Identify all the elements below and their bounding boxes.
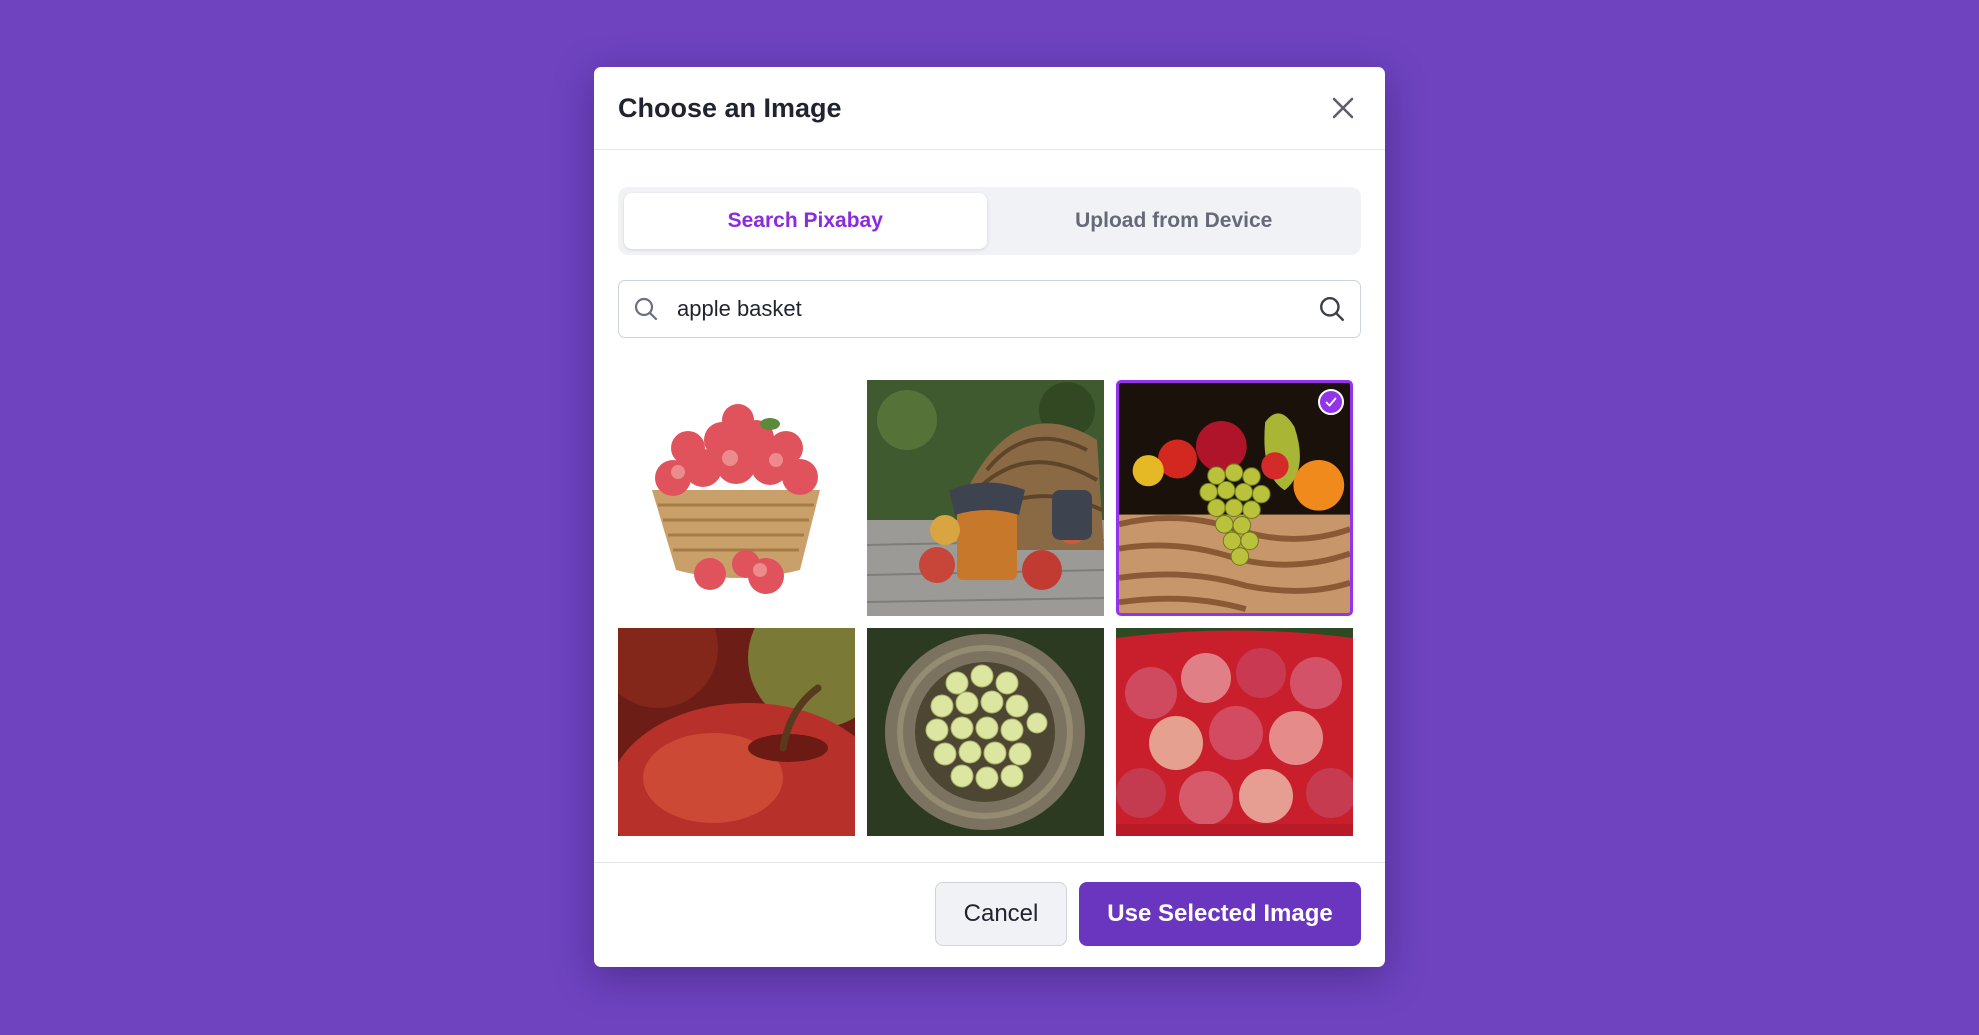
search-submit-icon[interactable] [1318, 295, 1346, 323]
image-picker-dialog: Choose an Image Search Pixabay Upload fr… [594, 67, 1385, 967]
selected-check-badge [1318, 389, 1344, 415]
fruit-basket-grapes-image [1119, 383, 1350, 613]
tab-search-pixabay[interactable]: Search Pixabay [624, 193, 987, 249]
image-results-grid [618, 380, 1356, 836]
apple-basket-image [618, 380, 855, 616]
green-apples-basket-image [867, 628, 1104, 836]
close-button[interactable] [1325, 90, 1361, 126]
dialog-footer: Cancel Use Selected Image [594, 862, 1385, 967]
use-selected-image-button[interactable]: Use Selected Image [1079, 882, 1361, 946]
image-result[interactable] [1116, 628, 1353, 836]
apples-in-red-tub-image [1116, 628, 1353, 836]
search-box [618, 280, 1361, 338]
source-tabs: Search Pixabay Upload from Device [618, 187, 1361, 255]
image-result-selected[interactable] [1116, 380, 1353, 616]
red-apple-closeup-image [618, 628, 855, 836]
basket-jar-apples-image [867, 380, 1104, 616]
dialog-header: Choose an Image [594, 67, 1385, 150]
image-result[interactable] [618, 628, 855, 836]
check-icon [1325, 397, 1337, 407]
image-result[interactable] [618, 380, 855, 616]
dialog-title: Choose an Image [618, 92, 842, 123]
tab-upload-from-device[interactable]: Upload from Device [993, 193, 1356, 249]
search-input[interactable] [675, 295, 1318, 323]
image-result[interactable] [867, 628, 1104, 836]
image-result[interactable] [867, 380, 1104, 616]
close-icon [1332, 97, 1354, 119]
cancel-button[interactable]: Cancel [935, 882, 1067, 946]
search-icon [634, 297, 658, 321]
